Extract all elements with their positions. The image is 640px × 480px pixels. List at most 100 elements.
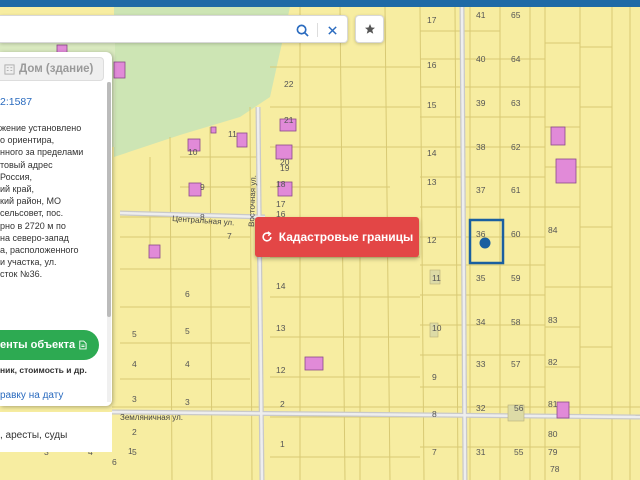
location-line: о ориентира, [0, 135, 55, 146]
plot-number-label: 32 [476, 403, 486, 413]
cadastral-borders-label: Кадастровые границы [278, 230, 414, 244]
building [556, 401, 570, 419]
clear-search-button[interactable] [322, 21, 342, 39]
location-line: кий район, МО [0, 196, 62, 207]
plot-number-label: 10 [432, 323, 442, 333]
location-line: товый адрес [0, 159, 53, 170]
plot-number-label: 11 [228, 129, 237, 139]
favorite-button[interactable] [355, 15, 384, 43]
plot-number-label: 36 [476, 229, 486, 239]
plot-number-label: 13 [427, 177, 437, 187]
plot-number-label: 19 [280, 163, 290, 173]
house-type-button[interactable]: Дом (здание) [0, 57, 104, 81]
plot-number-label: 3 [132, 394, 137, 404]
house-icon [4, 63, 15, 75]
plot-number-label: 2 [280, 399, 285, 409]
building [113, 61, 126, 79]
plot-number-label: 41 [476, 10, 486, 20]
street-label-strawberry: Земляничная ул. [120, 413, 183, 422]
search-button[interactable] [292, 21, 312, 39]
plot-number-label: 79 [548, 447, 558, 457]
cadastral-number-link[interactable]: 2:1587 [0, 96, 32, 108]
plot-number-label: 22 [284, 79, 294, 89]
plot-number-label: 58 [511, 317, 521, 327]
plot-number-label: 8 [432, 409, 437, 419]
location-line: а, расположенного [0, 245, 79, 256]
plot-number-label: 84 [548, 225, 558, 235]
plot-number-label: 81 [548, 399, 558, 409]
plot-number-label: 57 [511, 359, 521, 369]
building [550, 126, 566, 146]
plot-number-label: 5 [132, 447, 137, 457]
document-icon [79, 340, 87, 350]
location-line: рно в 2720 м по [0, 220, 66, 231]
plot-number-label: 64 [511, 54, 521, 64]
plot-number-label: 31 [476, 447, 486, 457]
plot-number-label: 60 [511, 229, 521, 239]
plot-number-label: 59 [511, 273, 521, 283]
plot-number-label: 7 [432, 447, 437, 457]
plot-number-label: 21 [284, 115, 294, 125]
plot-number-label: 33 [476, 359, 486, 369]
plot-number-label: 5 [132, 329, 137, 339]
location-line: сельсовет, пос. [0, 208, 64, 219]
location-marker-icon[interactable] [479, 237, 491, 249]
building [236, 132, 248, 148]
plot-number-label: 10 [188, 147, 198, 157]
plot-number-label: 14 [427, 148, 437, 158]
plot-number-label: 15 [427, 100, 437, 110]
plot-number-label: 18 [276, 179, 286, 189]
object-info-panel: Дом (здание) 2:1587 жение установлено о о… [0, 52, 112, 406]
house-type-label: Дом (здание) [19, 63, 94, 75]
search-input[interactable] [6, 21, 276, 39]
object-documents-subtitle: ник, стоимость и др. [0, 365, 87, 375]
plot-number-label: 12 [276, 365, 286, 375]
location-line: и участка, ул. [0, 257, 57, 268]
plot-number-label: 11 [432, 273, 441, 283]
plot-number-label: 55 [514, 447, 524, 457]
plot-number-label: 82 [548, 357, 558, 367]
location-line: нного за пределами [0, 147, 84, 158]
building [304, 356, 324, 371]
object-documents-button[interactable]: енты объекта [0, 330, 99, 360]
plot-number-label: 80 [548, 429, 558, 439]
building [210, 126, 217, 134]
plot-number-label: 63 [511, 98, 521, 108]
plot-number-label: 8 [200, 212, 205, 222]
location-description: жение установлено о ориентира, нного за пр… [0, 122, 104, 281]
cadastral-borders-button[interactable]: Кадастровые границы [255, 217, 419, 257]
plot-number-label: 40 [476, 54, 486, 64]
plot-number-label: 39 [476, 98, 486, 108]
location-line: Россия, [0, 171, 33, 182]
plot-number-label: 2 [132, 427, 137, 437]
date-certificate-link[interactable]: равку на дату [0, 390, 63, 401]
search-separator [317, 23, 318, 37]
plot-number-label: 62 [511, 142, 521, 152]
plot-number-label: 38 [476, 142, 486, 152]
plot-number-label: 12 [427, 235, 437, 245]
refresh-icon [262, 231, 272, 242]
plot-number-label: 56 [514, 403, 524, 413]
arrests-info-text: , аресты, суды [0, 430, 68, 441]
plot-number-label: 9 [432, 372, 437, 382]
plot-number-label: 61 [511, 185, 521, 195]
panel-scrollbar-thumb[interactable] [107, 82, 111, 317]
plot-number-label: 17 [427, 15, 437, 25]
plot-number-label: 13 [276, 323, 286, 333]
top-bar [0, 0, 640, 7]
plot-number-label: 17 [276, 199, 286, 209]
location-line: на северо-запад [0, 232, 69, 243]
location-line: жение установлено [0, 123, 82, 133]
building [148, 244, 161, 259]
plot-number-label: 14 [276, 281, 286, 291]
plot-number-label: 16 [427, 60, 437, 70]
plot-number-label: 1 [280, 439, 285, 449]
plot-number-label: 37 [476, 185, 486, 195]
plot-number-label: 6 [112, 457, 117, 467]
object-documents-label: енты объекта [0, 339, 76, 351]
plot-number-label: 6 [185, 289, 190, 299]
plot-number-label: 83 [548, 315, 558, 325]
location-line: сток №36. [0, 269, 43, 280]
plot-number-label: 5 [185, 326, 190, 336]
plot-number-label: 3 [185, 397, 190, 407]
